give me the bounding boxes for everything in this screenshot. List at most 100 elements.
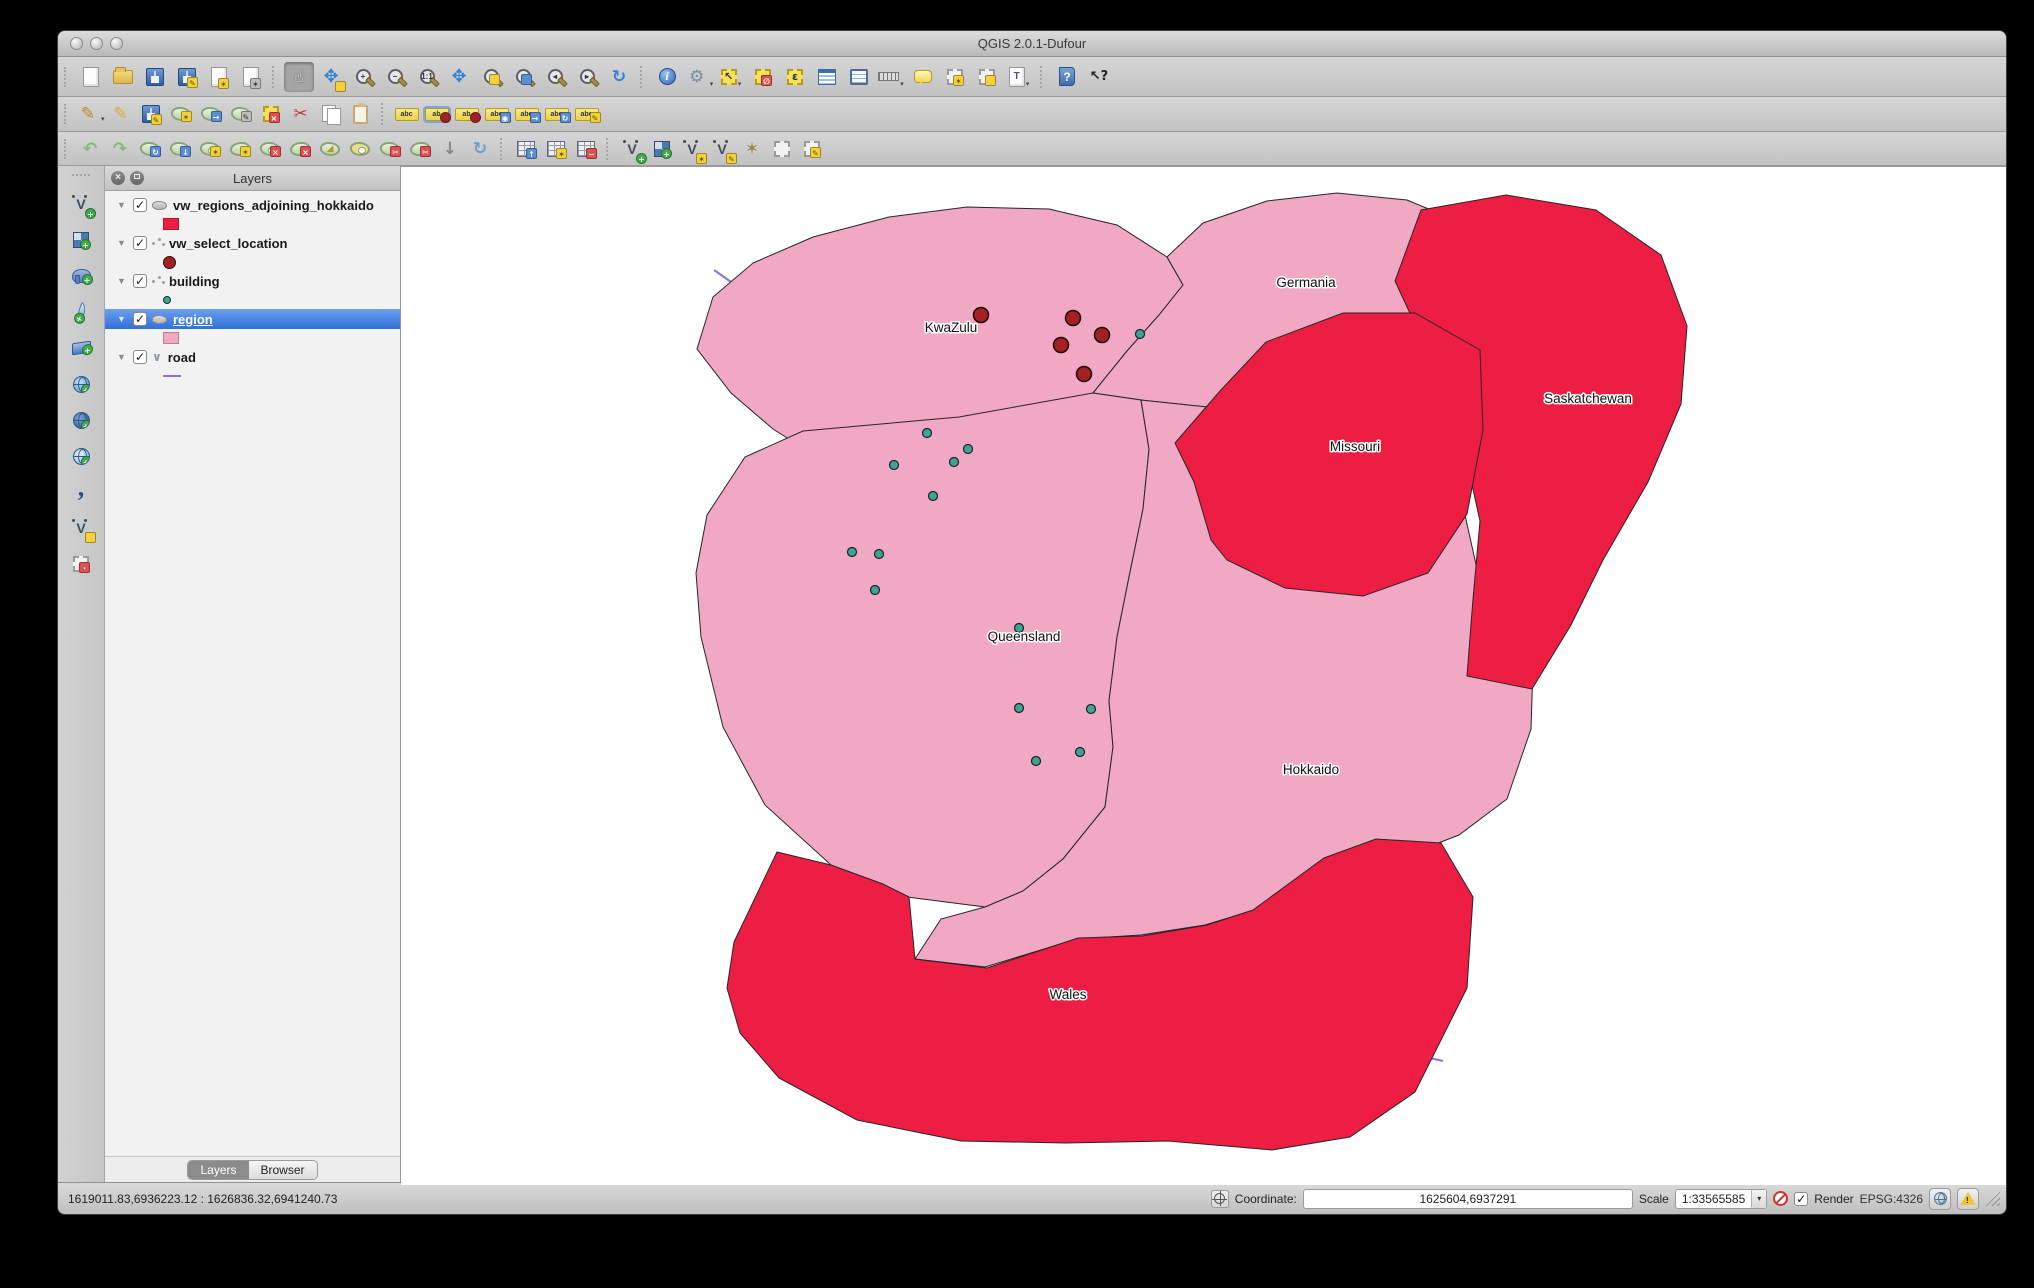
pan-map-button[interactable]: ☝ xyxy=(284,61,314,92)
expand-arrow-icon[interactable]: ▼ xyxy=(117,314,131,324)
new-shapefile-layer-button[interactable]: V xyxy=(66,513,96,543)
refresh-map-button[interactable]: ↻ xyxy=(604,62,634,92)
highlight-pinned-labels-button[interactable]: abc ◉ xyxy=(483,101,511,127)
text-annotation-button[interactable]: T ▾ xyxy=(1004,62,1034,92)
crs-status-button[interactable] xyxy=(1929,1187,1951,1210)
delete-ring-button[interactable]: × xyxy=(256,136,284,162)
open-project-button[interactable] xyxy=(108,62,138,92)
layer-row-vw_regions_adjoining_hokkaido[interactable]: ▼ ✓ vw_regions_adjoining_hokkaido xyxy=(105,195,400,215)
layer-row-building[interactable]: ▼ ✓ building xyxy=(105,271,400,291)
stop-rendering-icon[interactable] xyxy=(1773,1191,1789,1206)
scale-dropdown-arrow-icon[interactable]: ▾ xyxy=(1751,1189,1767,1208)
delete-selected-button[interactable]: × xyxy=(257,101,285,127)
toggle-editing-button[interactable]: ✎ xyxy=(107,101,135,127)
offline-editing-remove-button[interactable]: − xyxy=(572,136,600,162)
zoom-full-extent-button[interactable]: ✥ xyxy=(444,62,474,92)
layer-visibility-checkbox[interactable]: ✓ xyxy=(133,236,147,250)
deselect-features-button[interactable]: ∅ xyxy=(748,62,778,92)
save-layer-edits-button[interactable]: ✎ xyxy=(137,101,165,127)
grass-edit-attributes-button[interactable]: V ✎ xyxy=(708,136,737,164)
add-wcs-layer-button[interactable]: + xyxy=(66,405,96,435)
show-bookmarks-button[interactable] xyxy=(972,62,1002,92)
simplify-feature-button[interactable]: ↓ xyxy=(166,136,194,162)
save-project-as-button[interactable]: ✎ xyxy=(172,62,202,92)
coordinate-input[interactable] xyxy=(1302,1188,1633,1209)
grass-region-button[interactable] xyxy=(768,136,796,162)
help-button[interactable]: ? xyxy=(1052,62,1082,92)
paste-features-button[interactable] xyxy=(347,101,375,127)
layer-row-road[interactable]: ▼ ✓ ∨ road xyxy=(105,347,400,367)
expand-arrow-icon[interactable]: ▼ xyxy=(117,276,131,286)
map-tips-button[interactable] xyxy=(908,62,938,92)
new-print-composer-button[interactable]: ✶ xyxy=(204,62,234,92)
offline-editing-convert-button[interactable]: ✶ xyxy=(542,136,570,162)
layer-row-region[interactable]: ▼ ✓ region xyxy=(105,309,400,329)
cut-features-button[interactable]: ✂ xyxy=(287,101,315,127)
labeling-options-button[interactable]: abc xyxy=(393,101,421,127)
add-feature-button[interactable]: ✶ xyxy=(167,101,195,127)
grass-edit-region-button[interactable]: ✎ xyxy=(798,136,826,162)
add-vector-layer-button[interactable]: V + xyxy=(66,189,96,219)
log-messages-button[interactable]: ! xyxy=(1957,1187,1979,1210)
rotate-feature-button[interactable]: ↻ xyxy=(136,136,164,162)
move-feature-button[interactable]: → xyxy=(197,101,225,127)
zoom-out-button[interactable]: − xyxy=(380,62,410,92)
add-mssql-layer-button[interactable]: + xyxy=(66,333,96,363)
tab-browser[interactable]: Browser xyxy=(248,1160,317,1179)
measure-button[interactable]: ▾ xyxy=(876,62,906,92)
rotate-label-button[interactable]: abc ↻ xyxy=(543,101,571,127)
layer-visibility-checkbox[interactable]: ✓ xyxy=(133,198,147,212)
delete-part-button[interactable]: × xyxy=(286,136,314,162)
grass-new-vector-button[interactable]: V + xyxy=(618,136,647,164)
offset-curve-button[interactable]: ↓ xyxy=(436,136,464,162)
render-checkbox[interactable]: ✓ xyxy=(1794,1191,1809,1206)
redo-button[interactable]: ↷ xyxy=(106,136,134,162)
zoom-in-button[interactable]: + xyxy=(348,62,378,92)
add-wms-layer-button[interactable]: + xyxy=(66,369,96,399)
resize-grip[interactable] xyxy=(1985,1191,2000,1206)
offline-editing-sync-button[interactable]: ↑ xyxy=(512,136,540,162)
field-calculator-button[interactable] xyxy=(844,62,874,92)
split-parts-button[interactable]: ✂ xyxy=(406,136,434,162)
open-attribute-table-button[interactable] xyxy=(812,62,842,92)
add-part-button[interactable]: ✶ xyxy=(226,136,254,162)
zoom-actual-size-button[interactable]: 1:1 xyxy=(412,62,442,92)
layer-visibility-checkbox[interactable]: ✓ xyxy=(133,274,147,288)
grass-new-raster-button[interactable]: + xyxy=(648,136,676,162)
current-edits-button[interactable]: ✎ ▾ xyxy=(76,101,105,127)
map-canvas[interactable]: KwaZulu Germania Missouri Saskatchewan Queen… xyxy=(401,166,2006,1185)
rotate-point-symbols-button[interactable]: ↻ xyxy=(466,136,494,162)
pan-to-selection-button[interactable]: ✥ xyxy=(316,62,346,92)
save-project-button[interactable] xyxy=(140,62,170,92)
fill-ring-button[interactable] xyxy=(346,136,374,162)
new-project-button[interactable] xyxy=(76,62,106,92)
expand-arrow-icon[interactable]: ▼ xyxy=(117,352,131,362)
add-ring-button[interactable]: ✶ xyxy=(196,136,224,162)
expand-arrow-icon[interactable]: ▼ xyxy=(117,238,131,248)
layer-visibility-checkbox[interactable]: ✓ xyxy=(133,350,147,364)
zoom-last-button[interactable]: ◂ xyxy=(540,62,570,92)
tab-layers[interactable]: Layers xyxy=(188,1160,249,1179)
grass-edit-vector-button[interactable]: V ✶ xyxy=(678,136,707,164)
new-spatialite-layer-button[interactable]: · xyxy=(66,549,96,579)
change-label-button[interactable]: abc ✎ xyxy=(573,101,601,127)
grass-tools-button[interactable]: ✶ xyxy=(738,136,766,162)
copy-features-button[interactable] xyxy=(317,101,345,127)
whats-this-button[interactable]: ↖? xyxy=(1084,62,1114,92)
undo-button[interactable]: ↶ xyxy=(76,136,104,162)
add-postgis-layer-button[interactable]: + xyxy=(66,261,96,291)
expand-arrow-icon[interactable]: ▼ xyxy=(117,200,131,210)
add-spatialite-layer-button[interactable]: + xyxy=(66,297,96,327)
select-by-expression-button[interactable]: ε xyxy=(780,62,810,92)
zoom-to-selection-button[interactable] xyxy=(476,62,506,92)
scale-combobox[interactable]: 1:33565585 ▾ xyxy=(1674,1188,1768,1209)
move-label-button[interactable]: abc → xyxy=(513,101,541,127)
pin-unpin-labels-button[interactable]: ab ● xyxy=(453,101,481,127)
run-feature-action-button[interactable]: ⚙ ▾ xyxy=(684,62,714,92)
composer-manager-button[interactable]: ✶ xyxy=(236,62,266,92)
add-raster-layer-button[interactable]: + xyxy=(66,225,96,255)
reshape-features-button[interactable]: ◢ xyxy=(316,136,344,162)
zoom-next-button[interactable]: ▸ xyxy=(572,62,602,92)
add-delimited-text-layer-button[interactable]: , xyxy=(66,475,96,507)
add-wfs-layer-button[interactable]: + xyxy=(66,441,96,471)
